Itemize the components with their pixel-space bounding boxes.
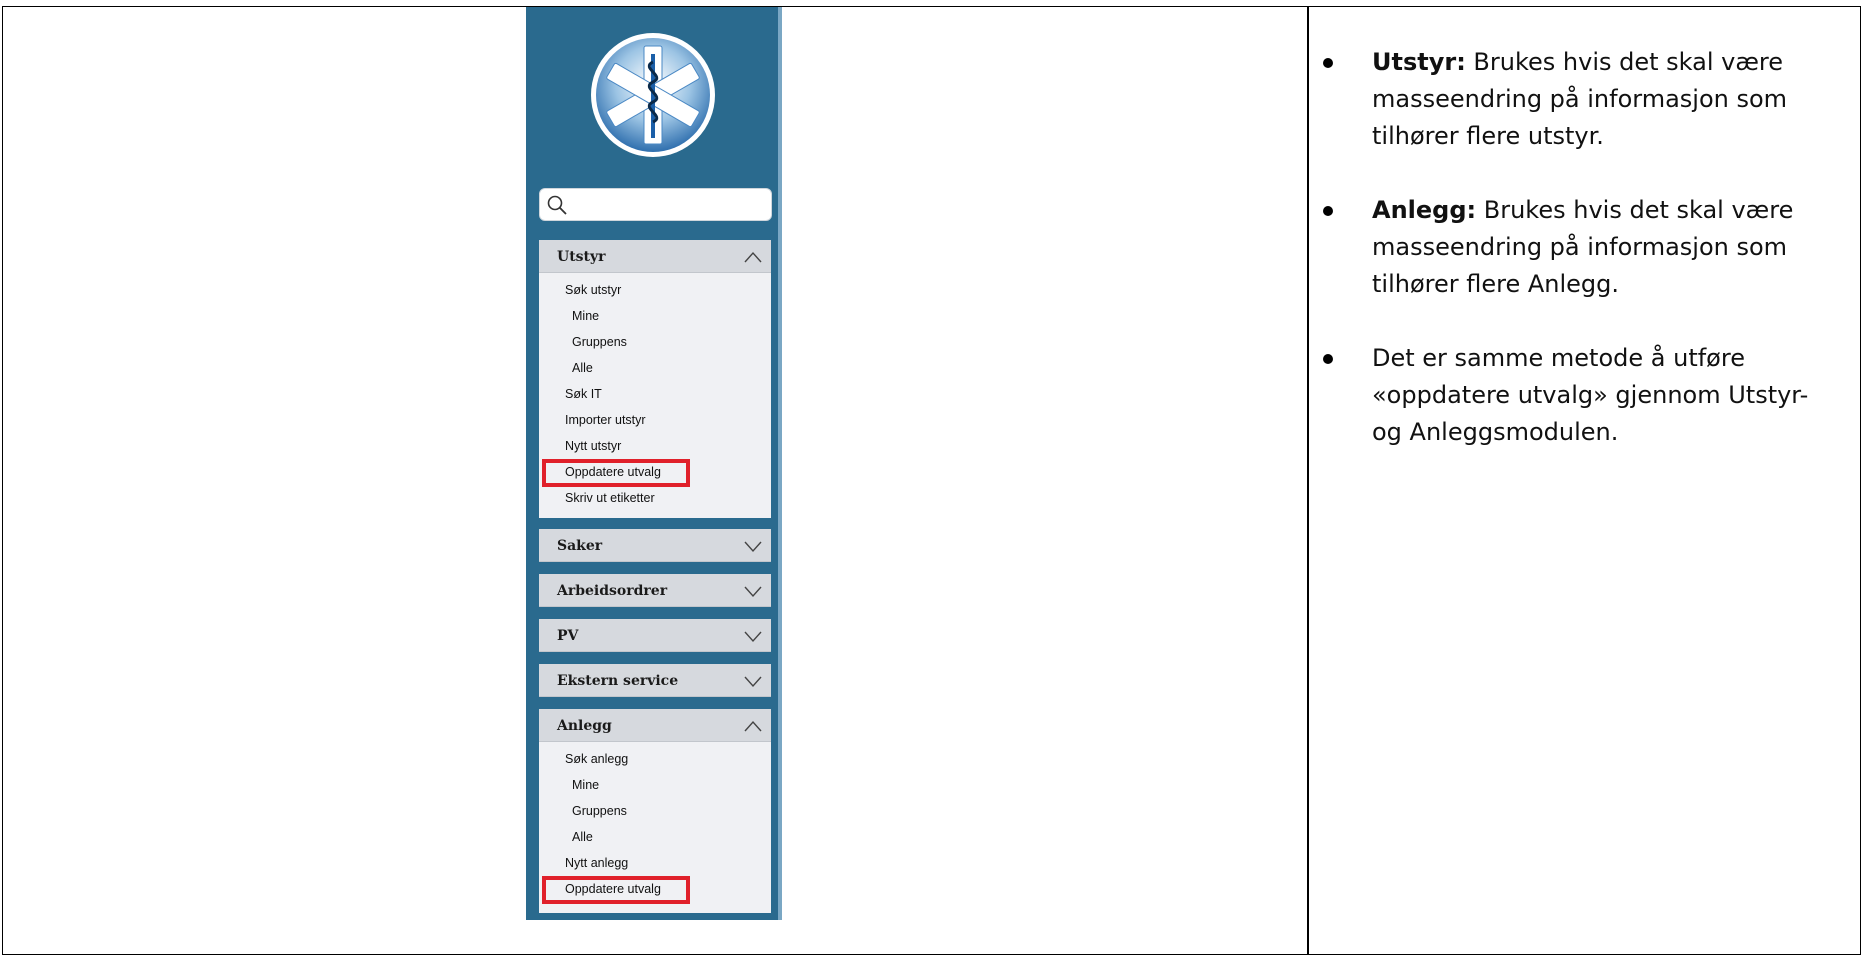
chevron-down-icon[interactable] (743, 584, 763, 598)
menu-item-mine[interactable]: Mine (539, 772, 771, 798)
app-sidebar: Utstyr Søk utstyr Mine Gruppens Alle Søk… (526, 7, 782, 920)
section-header-pv[interactable]: PV (539, 619, 771, 652)
chevron-up-icon[interactable] (743, 250, 763, 264)
section-pv: PV (539, 619, 771, 652)
note-item: Anlegg: Brukes hvis det skal være massee… (1323, 192, 1843, 303)
section-utstyr: Utstyr Søk utstyr Mine Gruppens Alle Søk… (539, 240, 771, 518)
menu-item-sok-it[interactable]: Søk IT (539, 381, 771, 407)
section-title: Saker (557, 538, 603, 554)
note-item: Utstyr: Brukes hvis det skal være massee… (1323, 44, 1843, 155)
chevron-up-icon[interactable] (743, 719, 763, 733)
chevron-down-icon[interactable] (743, 674, 763, 688)
section-header-ekstern-service[interactable]: Ekstern service (539, 664, 771, 697)
note-term: Anlegg: (1372, 196, 1477, 224)
menu-item-nytt-utstyr[interactable]: Nytt utstyr (539, 433, 771, 459)
notes-list: Utstyr: Brukes hvis det skal være massee… (1323, 44, 1843, 488)
menu-item-alle[interactable]: Alle (539, 824, 771, 850)
sidebar-scroll-edge (778, 7, 782, 920)
chevron-down-icon[interactable] (743, 539, 763, 553)
section-title: Ekstern service (557, 673, 679, 689)
section-saker: Saker (539, 529, 771, 562)
note-term: Utstyr: (1372, 48, 1466, 76)
section-ekstern-service: Ekstern service (539, 664, 771, 697)
section-header-anlegg[interactable]: Anlegg (539, 709, 771, 742)
note-item: Det er samme metode å utføre «oppdatere … (1323, 340, 1843, 451)
section-arbeidsordrer: Arbeidsordrer (539, 574, 771, 607)
search-icon (547, 195, 567, 215)
section-anlegg: Anlegg Søk anlegg Mine Gruppens Alle Nyt… (539, 709, 771, 913)
menu-item-sok-utstyr[interactable]: Søk utstyr (539, 277, 771, 303)
bullet-icon (1323, 206, 1333, 216)
section-header-saker[interactable]: Saker (539, 529, 771, 562)
section-header-utstyr[interactable]: Utstyr (539, 240, 771, 273)
menu-item-gruppens[interactable]: Gruppens (539, 798, 771, 824)
section-title: PV (557, 628, 579, 644)
table-column-divider (1307, 6, 1309, 955)
section-title: Anlegg (557, 718, 612, 734)
star-of-life-icon (591, 33, 715, 157)
bullet-icon (1323, 354, 1333, 364)
menu-item-alle[interactable]: Alle (539, 355, 771, 381)
section-title: Utstyr (557, 249, 606, 265)
menu-item-importer-utstyr[interactable]: Importer utstyr (539, 407, 771, 433)
chevron-down-icon[interactable] (743, 629, 763, 643)
note-text: Det er samme metode å utføre «oppdatere … (1372, 344, 1809, 446)
menu-item-sok-anlegg[interactable]: Søk anlegg (539, 746, 771, 772)
menu-item-nytt-anlegg[interactable]: Nytt anlegg (539, 850, 771, 876)
menu-item-skriv-ut-etiketter[interactable]: Skriv ut etiketter (539, 485, 771, 511)
section-title: Arbeidsordrer (557, 583, 668, 599)
menu-item-mine[interactable]: Mine (539, 303, 771, 329)
bullet-icon (1323, 58, 1333, 68)
menu-item-oppdatere-utvalg[interactable]: Oppdatere utvalg (539, 876, 771, 904)
section-header-arbeidsordrer[interactable]: Arbeidsordrer (539, 574, 771, 607)
menu-item-label: Oppdatere utvalg (565, 882, 661, 896)
search-input[interactable] (539, 188, 772, 221)
menu-item-oppdatere-utvalg[interactable]: Oppdatere utvalg (539, 459, 771, 487)
menu-item-gruppens[interactable]: Gruppens (539, 329, 771, 355)
menu-item-label: Oppdatere utvalg (565, 465, 661, 479)
